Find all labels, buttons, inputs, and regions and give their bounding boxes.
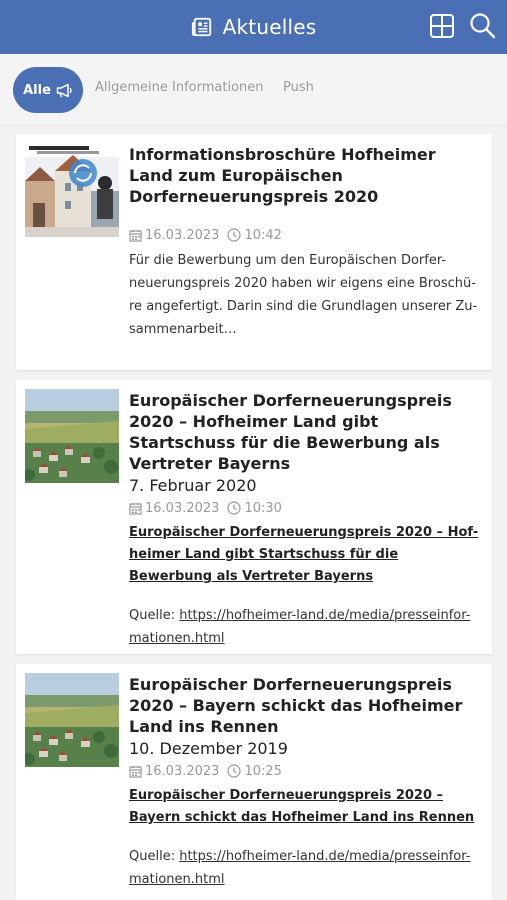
article-time: 10:25 <box>244 763 282 779</box>
clock-icon <box>227 764 242 778</box>
article-meta: 16.03.2023 10:25 <box>129 761 482 781</box>
article-meta: 16.03.2023 10:30 <box>129 498 482 518</box>
newspaper-icon <box>191 17 211 37</box>
article-content: Informationsbroschüre Hofheimer Land zum… <box>129 144 482 341</box>
news-card[interactable]: Europäischer Dorferneuerungspreis 2020 –… <box>16 664 492 900</box>
news-card[interactable]: Europäischer Dorferneuerungspreis 2020 –… <box>16 380 492 654</box>
article-title[interactable]: Europäischer Dorferneuerungspreis 2020 –… <box>129 390 482 474</box>
grid-icon[interactable] <box>429 13 455 39</box>
article-title[interactable]: Informationsbroschüre Hofheimer Land zum… <box>129 144 482 207</box>
article-source: Quelle: https://hofheimer-land.de/media/… <box>129 604 482 650</box>
app-header: Aktuelles <box>0 0 507 54</box>
article-time: 10:30 <box>244 500 282 516</box>
article-publish-date: 10. Dezember 2019 <box>129 739 288 758</box>
article-date: 16.03.2023 <box>145 500 220 516</box>
megaphone-icon <box>56 83 72 97</box>
source-link[interactable]: https://hofheimer-land.de/media/pressein… <box>129 849 470 887</box>
filter-tab-allgemeine-informationen[interactable]: Allgemeine Informationen <box>95 80 264 95</box>
article-link[interactable]: Europäischer Dorferneuerungspreis 2020 –… <box>129 785 482 829</box>
filter-tab-push[interactable]: Push <box>283 80 314 95</box>
source-label: Quelle: <box>129 608 176 623</box>
source-label: Quelle: <box>129 849 176 864</box>
article-link[interactable]: Europäischer Dorferneuerungspreis 2020 –… <box>129 522 482 588</box>
filter-chip-alle[interactable]: Alle <box>13 67 83 113</box>
article-time: 10:42 <box>244 227 282 243</box>
article-date: 16.03.2023 <box>145 763 220 779</box>
news-card[interactable]: Informationsbroschüre Hofheimer Land zum… <box>16 134 492 370</box>
search-icon[interactable] <box>469 12 496 39</box>
page-title: Aktuelles <box>222 15 317 39</box>
filter-chip-label: Alle <box>23 82 51 98</box>
article-content: Europäischer Dorferneuerungspreis 2020 –… <box>129 390 482 650</box>
article-thumbnail <box>25 389 119 483</box>
calendar-icon <box>129 229 142 242</box>
article-publish-date: 7. Februar 2020 <box>129 476 257 495</box>
calendar-icon <box>129 502 142 515</box>
filter-bar: Alle Allgemeine Informationen Push <box>0 54 507 126</box>
clock-icon <box>227 501 242 515</box>
article-title[interactable]: Europäischer Dorferneuerungspreis 2020 –… <box>129 674 482 737</box>
article-thumbnail <box>25 673 119 767</box>
article-content: Europäischer Dorferneuerungspreis 2020 –… <box>129 674 482 891</box>
article-date: 16.03.2023 <box>145 227 220 243</box>
source-link[interactable]: https://hofheimer-land.de/media/pressein… <box>129 608 470 646</box>
clock-icon <box>227 228 242 242</box>
article-meta: 16.03.2023 10:42 <box>129 225 482 245</box>
article-source: Quelle: https://hofheimer-land.de/media/… <box>129 845 482 891</box>
article-thumbnail <box>25 143 119 237</box>
article-excerpt: Für die Bewerbung um den Europäischen Do… <box>129 253 478 337</box>
calendar-icon <box>129 765 142 778</box>
